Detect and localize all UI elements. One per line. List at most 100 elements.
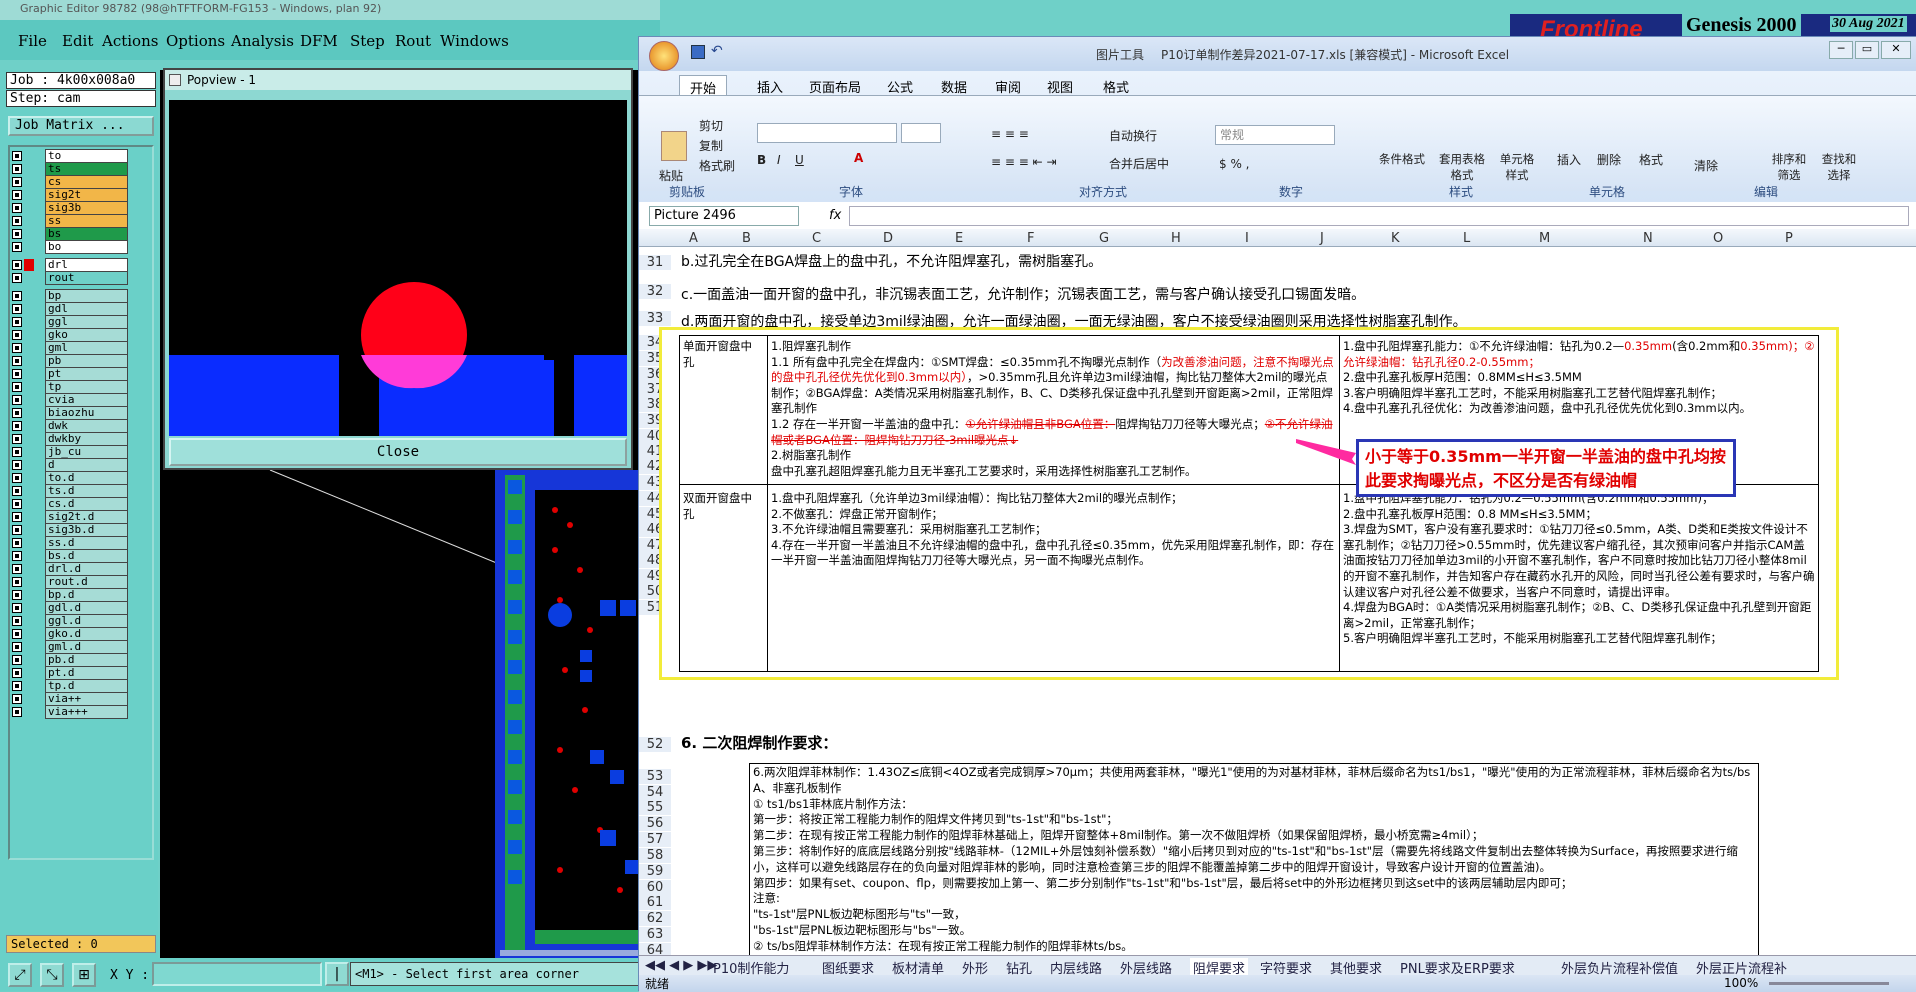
layer-checkbox[interactable] <box>12 216 22 226</box>
number-format-select[interactable]: 常规 <box>1215 125 1335 145</box>
xy-input[interactable] <box>152 962 322 986</box>
layer-row[interactable]: pb.d <box>12 653 128 667</box>
layer-checkbox[interactable] <box>12 177 22 187</box>
menu-dfm[interactable]: DFM <box>300 32 338 50</box>
row-number[interactable]: 58 <box>639 848 671 863</box>
insert-cells-button[interactable]: 插入 <box>1557 151 1581 168</box>
layer-checkbox[interactable] <box>12 694 22 704</box>
layer-checkbox[interactable] <box>12 486 22 496</box>
layer-checkbox[interactable] <box>12 642 22 652</box>
row-number[interactable]: 63 <box>639 927 671 942</box>
menu-edit[interactable]: Edit <box>62 32 93 50</box>
col-header[interactable]: J <box>1320 231 1324 246</box>
zoom-slider[interactable] <box>1769 982 1889 985</box>
format-painter-button[interactable]: 格式刷 <box>699 157 735 174</box>
layer-row[interactable]: bp.d <box>12 588 128 602</box>
layer-checkbox[interactable] <box>12 473 22 483</box>
tab-view[interactable]: 视图 <box>1047 77 1073 96</box>
row-number[interactable]: 32 <box>639 284 671 299</box>
tab-data[interactable]: 数据 <box>941 77 967 96</box>
percent-icon[interactable]: $ % , <box>1219 157 1249 171</box>
layer-checkbox[interactable] <box>12 707 22 717</box>
layer-checkbox[interactable] <box>12 395 22 405</box>
layer-row[interactable]: drl.d <box>12 562 128 576</box>
row-number[interactable]: 60 <box>639 880 671 895</box>
layer-row[interactable]: ts.d <box>12 484 128 498</box>
layer-row[interactable]: biaozhu <box>12 406 128 420</box>
row-number[interactable]: 61 <box>639 895 671 910</box>
layer-row[interactable]: pt <box>12 367 128 381</box>
col-header[interactable]: H <box>1171 231 1181 246</box>
layer-checkbox[interactable] <box>12 551 22 561</box>
fx-icon[interactable]: fx <box>829 208 841 223</box>
layer-checkbox[interactable] <box>12 603 22 613</box>
font-name-select[interactable] <box>757 123 897 143</box>
layer-row[interactable]: gko.d <box>12 627 128 641</box>
tab-layout[interactable]: 页面布局 <box>809 77 861 96</box>
close-button[interactable]: Close <box>169 438 627 466</box>
menu-rout[interactable]: Rout <box>395 32 431 50</box>
layer-row[interactable]: cs <box>12 175 128 189</box>
layer-row[interactable]: gml <box>12 341 128 355</box>
worksheet[interactable]: 31 32 33 34 35 36 37 38 39 40 41 42 43 44 45 46 47 48 49 50… <box>639 247 1916 992</box>
layer-row[interactable]: gko <box>12 328 128 342</box>
menu-windows[interactable]: Windows <box>440 32 509 50</box>
maximize-icon[interactable]: ▭ <box>1855 41 1879 59</box>
layer-row[interactable]: rout.d <box>12 575 128 589</box>
tab-format[interactable]: 格式 <box>1103 77 1129 96</box>
paste-icon[interactable] <box>661 131 687 161</box>
job-matrix-button[interactable]: Job Matrix ... <box>8 116 154 136</box>
layer-row[interactable]: drl <box>12 258 128 272</box>
col-header[interactable]: D <box>883 231 893 246</box>
layer-checkbox[interactable] <box>12 164 22 174</box>
menu-step[interactable]: Step <box>350 32 385 50</box>
layer-row[interactable]: via++ <box>12 692 128 706</box>
grid-icon[interactable]: ⊞ <box>72 963 96 987</box>
layer-checkbox[interactable] <box>12 273 22 283</box>
layer-checkbox[interactable] <box>12 291 22 301</box>
layer-checkbox[interactable] <box>12 655 22 665</box>
menu-actions[interactable]: Actions <box>102 32 158 50</box>
layer-checkbox[interactable] <box>12 616 22 626</box>
layer-checkbox[interactable] <box>12 229 22 239</box>
menu-file[interactable]: File <box>18 32 47 50</box>
clear-button[interactable]: 清除 <box>1694 157 1718 174</box>
office-button[interactable] <box>649 41 679 71</box>
fit-icon[interactable]: ⤡ <box>40 963 64 987</box>
cell-style-button[interactable]: 单元格样式 <box>1497 151 1537 183</box>
cell-row31[interactable]: b.过孔完全在BGA焊盘上的盘中孔，不允许阻焊塞孔，需树脂塞孔。 <box>681 251 1102 271</box>
pipe-icon[interactable]: | <box>325 962 349 986</box>
col-header[interactable]: O <box>1713 231 1723 246</box>
cell-row32[interactable]: c.一面盖油一面开窗的盘中孔，非沉锡表面工艺，允许制作；沉锡表面工艺，需与客户确… <box>681 284 1365 304</box>
col-header[interactable]: E <box>955 231 963 246</box>
bold-icon[interactable]: B <box>757 153 766 167</box>
layer-row[interactable]: bs <box>12 227 128 241</box>
layer-checkbox[interactable] <box>12 382 22 392</box>
layer-checkbox[interactable] <box>12 681 22 691</box>
row-number[interactable]: 31 <box>639 255 671 270</box>
wrap-text-button[interactable]: 自动换行 <box>1109 127 1157 144</box>
layer-checkbox[interactable] <box>12 408 22 418</box>
delete-cells-button[interactable]: 删除 <box>1597 151 1621 168</box>
layer-row[interactable]: ss.d <box>12 536 128 550</box>
underline-icon[interactable]: U <box>795 153 804 167</box>
layer-row[interactable]: gml.d <box>12 640 128 654</box>
layer-row[interactable]: bp <box>12 289 128 303</box>
layer-row[interactable]: sig2t <box>12 188 128 202</box>
row-number[interactable]: 52 <box>639 737 671 752</box>
sort-filter-button[interactable]: 排序和筛选 <box>1769 151 1809 183</box>
font-color-icon[interactable]: A <box>854 151 863 165</box>
align-left-icon[interactable]: ≡ ≡ ≡ ⇤ ⇥ <box>991 155 1057 169</box>
col-header[interactable]: B <box>742 231 751 246</box>
layer-checkbox[interactable] <box>12 499 22 509</box>
layer-row[interactable]: ggl.d <box>12 614 128 628</box>
layer-checkbox[interactable] <box>12 538 22 548</box>
layer-row[interactable]: bo <box>12 240 128 254</box>
row-number[interactable]: 57 <box>639 832 671 847</box>
layer-checkbox[interactable] <box>12 564 22 574</box>
row-number[interactable]: 55 <box>639 800 671 815</box>
menu-analysis[interactable]: Analysis <box>231 32 294 50</box>
conditional-format-button[interactable]: 条件格式 <box>1379 151 1425 167</box>
row-number[interactable]: 33 <box>639 311 671 326</box>
copy-button[interactable]: 复制 <box>699 137 723 154</box>
